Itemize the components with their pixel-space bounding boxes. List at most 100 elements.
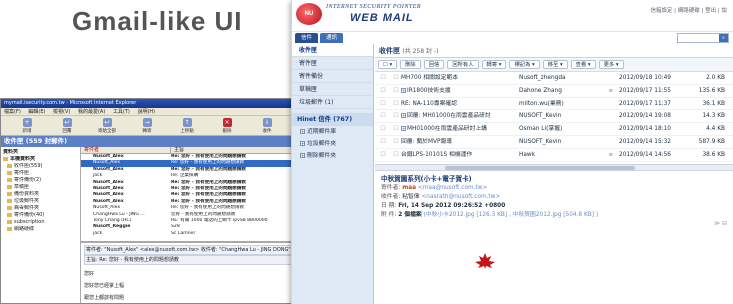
brand-logo: NU — [296, 3, 322, 25]
mark-as-button[interactable]: 標記為 ▾ — [509, 60, 540, 69]
flag-icon[interactable]: ☐ — [391, 149, 401, 161]
attachment-icon: ⌀ — [609, 87, 613, 94]
list-item[interactable]: ☐ ☐ + 回覆: MH01000在雨雲產品研討 NUSOFT_Kevin 2012/09… — [375, 110, 733, 124]
row-checkbox[interactable]: ☐ — [375, 123, 391, 135]
sidebar-item-spam[interactable]: + 垃圾郵件夾 — [292, 138, 373, 150]
row-checkbox[interactable]: ☐ — [375, 110, 391, 122]
menu-edit[interactable]: 編輯(E) — [28, 109, 45, 115]
sidebar-item-sent[interactable]: 寄件備份 — [292, 70, 373, 83]
folder-icon — [7, 170, 12, 175]
menu-favorites[interactable]: 我的最愛(A) — [78, 109, 105, 115]
attachment-link[interactable]: (中秋小卡2012.jpg [126.3 KB] , 中秋賀圖2012.jpg … — [424, 212, 599, 218]
tree-subscription[interactable]: subscription — [3, 219, 78, 226]
search-icon[interactable]: ⌕ — [719, 34, 728, 42]
tab-mail[interactable]: 信件 — [295, 33, 319, 43]
tree-network-drive[interactable]: 網路硬碟 — [3, 226, 78, 233]
new-button[interactable]: + 新增 — [15, 117, 39, 134]
menu-view[interactable]: 檢視(V) — [53, 109, 70, 115]
tree-virus[interactable]: 病毒郵件夾 — [3, 205, 78, 212]
sidebar-item-outbox[interactable]: 寄件匣 — [292, 57, 373, 70]
row-checkbox[interactable]: ☐ — [375, 98, 391, 110]
tree-junk[interactable]: 垃圾郵件夾 — [3, 198, 78, 205]
tab-contacts[interactable]: 通訊 — [320, 33, 344, 43]
legacy-body: 資料夾 本機資料夾 收件匣(559) 寄件匣 寄件備份(2) 草稿匣 備份資料夾… — [1, 147, 299, 303]
expand-icon[interactable]: + — [300, 153, 305, 158]
forward-button[interactable]: → 轉寄 — [135, 117, 159, 134]
tree-inbox[interactable]: 收件匣(559) — [3, 163, 78, 170]
select-dropdown[interactable]: ☐ ▾ — [378, 60, 398, 69]
sidebar-item-inbox[interactable]: 收件匣 — [292, 44, 373, 57]
flag-icon[interactable]: ☐ — [391, 98, 401, 110]
expand-icon[interactable]: + — [300, 129, 305, 134]
column-from[interactable]: 寄件者 — [81, 147, 171, 153]
flag-icon[interactable]: ☐ — [391, 123, 401, 135]
top-links[interactable]: 信箱設定 | 網路硬碟 | 登出 | 說 — [650, 6, 727, 14]
preview-to: 收件者: 粘智偉 <nasrath@nusoft.com.tw> — [381, 193, 501, 200]
horizontal-scrollbar[interactable] — [375, 163, 733, 171]
reply-all-button[interactable]: 回所有人 — [447, 60, 479, 69]
folder-icon — [7, 177, 12, 182]
move-button[interactable]: ↑ 上移動 — [175, 117, 199, 134]
legacy-folder-header: 收件匣 (559 封郵件) — [1, 136, 299, 147]
table-row[interactable]: jack Sc Lamner — [81, 231, 299, 237]
sidebar-item-junk[interactable]: 垃圾郵件 (1) — [292, 96, 373, 109]
reply-button[interactable]: ↩ 回覆 — [55, 117, 79, 134]
move-to-button[interactable]: 移至 ▾ — [542, 60, 568, 69]
thread-expand-icon[interactable]: + — [401, 87, 406, 93]
reply-all-button[interactable]: ↩ 寄給全部 — [95, 117, 119, 134]
flag-icon[interactable]: ☐ — [391, 85, 401, 97]
flag-icon[interactable]: ☐ — [391, 136, 401, 148]
search-input[interactable]: ⌕ — [677, 33, 729, 43]
list-item[interactable]: ☐ ☐ 台鐵LPS-10101S 相機運作 Hawk ⌀ 2012/09/14 14:56… — [375, 149, 733, 162]
row-checkbox[interactable]: ☐ — [375, 72, 391, 84]
folder-title: 收件匣 (共 258 封 -) — [375, 44, 733, 58]
delete-icon: ✕ — [222, 117, 232, 127]
row-checkbox[interactable]: ☐ — [375, 149, 391, 161]
preview-line: 跟您上都該有問題 — [84, 295, 125, 301]
delete-button[interactable]: ✕ 刪除 — [215, 117, 239, 134]
view-button[interactable]: 查看 ▾ — [570, 60, 596, 69]
list-item[interactable]: ☐ ☐ MH700 相關設定範本 Nusoft_zhengda 2012/09/18 1… — [375, 72, 733, 85]
forward-icon: → — [142, 117, 152, 127]
forward-button[interactable]: 轉寄 ▾ — [481, 60, 507, 69]
tree-outbox[interactable]: 寄件匣 — [3, 170, 78, 177]
thread-expand-icon[interactable]: + — [401, 113, 406, 119]
reply-button[interactable]: 回信 — [423, 60, 445, 69]
list-item[interactable]: ☐ ☐ + IR1800技術支援 Dahone Zhang ⌀ 2012/09/17 11:… — [375, 85, 733, 98]
folder-icon — [7, 212, 12, 217]
menu-file[interactable]: 檔案(F) — [4, 109, 21, 115]
list-item[interactable]: ☐ ☐ 回覆: 蘭於MVP報導 NUSOFT_Kevin 2012/09/14 15:3… — [375, 136, 733, 149]
sidebar-item-trash[interactable]: + 刪除郵件夾 — [292, 150, 373, 162]
tree-drafts[interactable]: 草稿匣 — [3, 184, 78, 191]
legacy-list-header: 寄件者 主旨 — [81, 147, 299, 154]
pane-controls[interactable]: ≫ ⊟ — [714, 220, 727, 227]
expand-icon[interactable]: + — [300, 141, 305, 146]
scrollbar-thumb[interactable] — [445, 165, 635, 170]
tree-local-folders[interactable]: 本機資料夾 — [3, 156, 78, 163]
more-button[interactable]: 更多 ▾ — [598, 60, 624, 69]
flag-icon[interactable]: ☐ — [391, 72, 401, 84]
menu-tools[interactable]: 工具(T) — [113, 109, 130, 115]
legacy-message-list: Nusoft_Alex Re: 您好 - 我有使用上的問題想請教 Nusoft_A… — [81, 154, 299, 241]
menu-help[interactable]: 說明(H) — [137, 109, 155, 115]
sidebar-item-drafts[interactable]: 草稿匣 — [292, 83, 373, 96]
reply-icon: ↩ — [62, 117, 72, 127]
legacy-menubar: 檔案(F) 編輯(E) 檢視(V) 我的最愛(A) 工具(T) 說明(H) — [1, 108, 299, 116]
column-subject[interactable]: 主旨 — [171, 147, 184, 153]
tree-sent[interactable]: 寄件備份(2) — [3, 177, 78, 184]
delete-button[interactable]: 刪除 — [400, 60, 421, 69]
tree-sent-backup[interactable]: 寄件備份(40) — [3, 212, 78, 219]
list-item[interactable]: ☐ ☐ RE: NA-110專案確認 milton.wu(業務) 2012/09/17 … — [375, 98, 733, 111]
preview-from: 寄件者: maa <maa@nusoft.com.tw> — [381, 184, 488, 191]
reading-pane: 中秋賀圖系列(小卡+電子賀卡) 寄件者: maa <maa@nusoft.com… — [375, 171, 733, 224]
sidebar-group-hinet[interactable]: Hinet 信件 (767) — [292, 113, 373, 126]
row-checkbox[interactable]: ☐ — [375, 85, 391, 97]
sidebar-item-recent[interactable]: + 近期郵件庫 — [292, 126, 373, 138]
list-item[interactable]: ☐ ☐ + MH01000在雨雲產品研討上講 Osman Li(掌握) 2012/09/1… — [375, 123, 733, 136]
flag-icon[interactable]: ☐ — [391, 110, 401, 122]
thread-expand-icon[interactable]: + — [401, 126, 406, 132]
row-checkbox[interactable]: ☐ — [375, 136, 391, 148]
receive-button[interactable]: ⇩ 收件 — [255, 117, 279, 134]
receive-icon: ⇩ — [262, 117, 272, 127]
tree-backup[interactable]: 備份資料夾 — [3, 191, 78, 198]
